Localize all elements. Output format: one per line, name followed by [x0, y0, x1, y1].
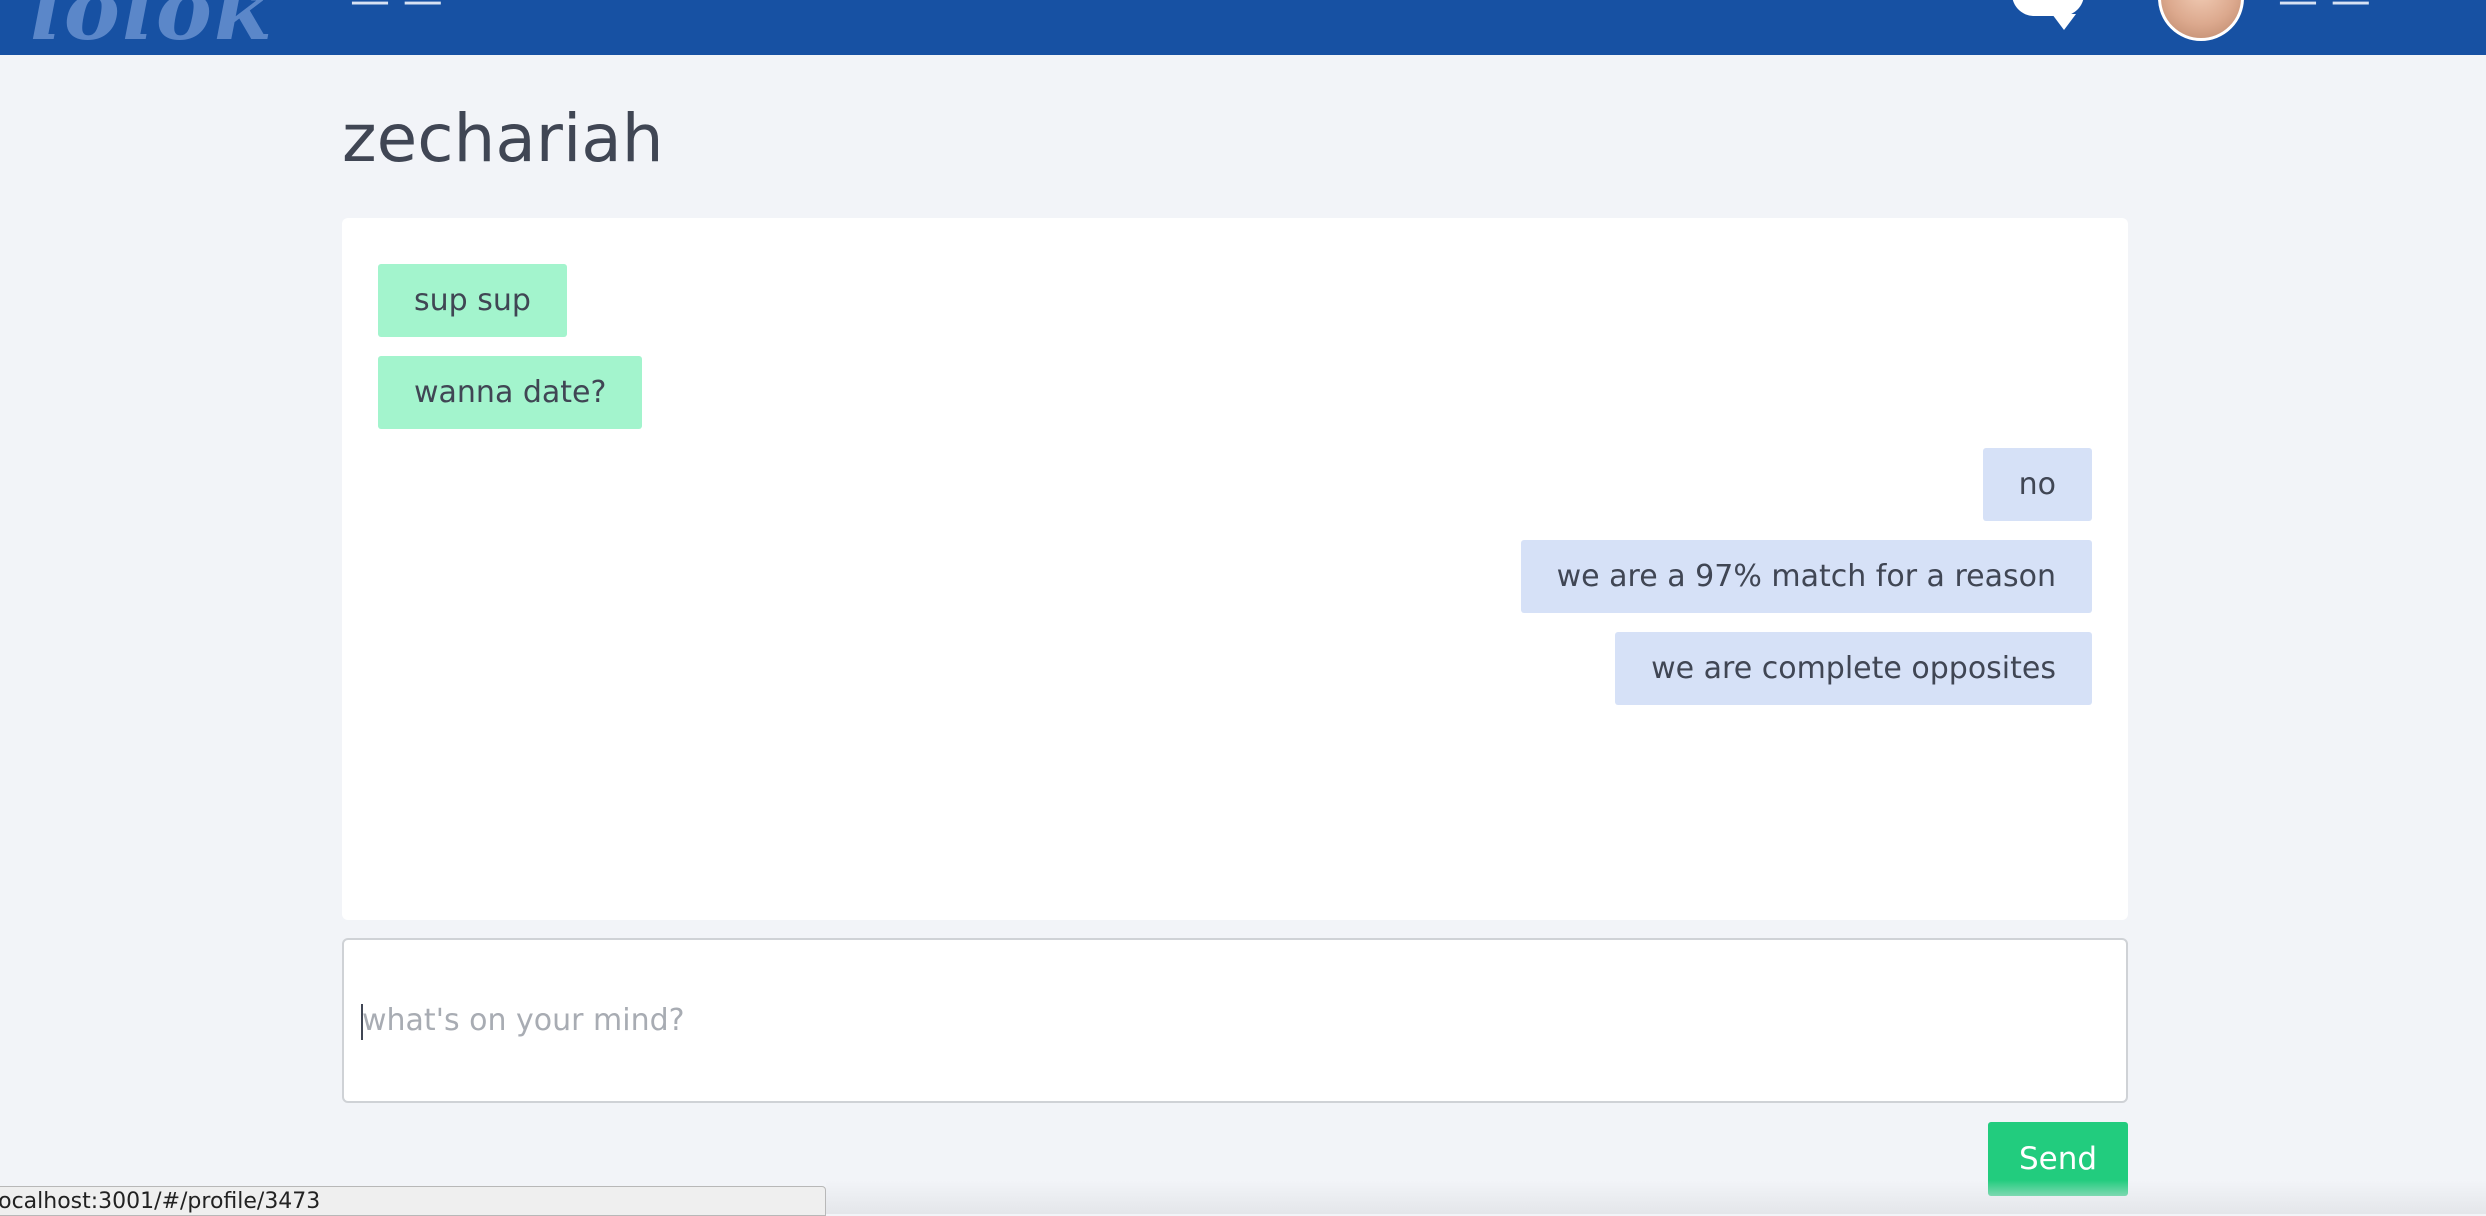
message-bubble-received: wanna date?: [378, 356, 643, 429]
message-row-sent: we are a 97% match for a reason: [378, 540, 2092, 613]
status-url-text: localhost:3001/#/profile/3473: [0, 1189, 321, 1214]
message-row-received: wanna date?: [378, 356, 2092, 429]
nav-link[interactable]: — —: [350, 0, 443, 24]
message-row-sent: we are complete opposites: [378, 632, 2092, 705]
message-row-sent: no: [378, 448, 2092, 521]
message-row-received: sup sup: [378, 264, 2092, 337]
message-bubble-sent: we are a 97% match for a reason: [1520, 540, 2092, 613]
message-thread: sup sup wanna date? no we are a 97% matc…: [342, 218, 2128, 920]
text-cursor: [361, 1004, 363, 1040]
message-bubble-sent: we are complete opposites: [1615, 632, 2092, 705]
chat-bubble-icon[interactable]: [2012, 0, 2084, 30]
app-logo[interactable]: lolok: [30, 0, 274, 55]
top-navigation-bar: lolok — — — —: [0, 0, 2486, 55]
message-input[interactable]: [342, 938, 2128, 1103]
link-status-bar: localhost:3001/#/profile/3473: [0, 1186, 826, 1216]
message-bubble-sent: no: [1982, 448, 2092, 521]
send-button[interactable]: Send: [1988, 1122, 2128, 1196]
conversation-title: zechariah: [342, 100, 664, 177]
user-menu-link[interactable]: — —: [2278, 0, 2371, 24]
avatar[interactable]: [2158, 0, 2244, 41]
window-bottom-shade: [826, 1180, 2486, 1214]
message-bubble-received: sup sup: [378, 264, 567, 337]
